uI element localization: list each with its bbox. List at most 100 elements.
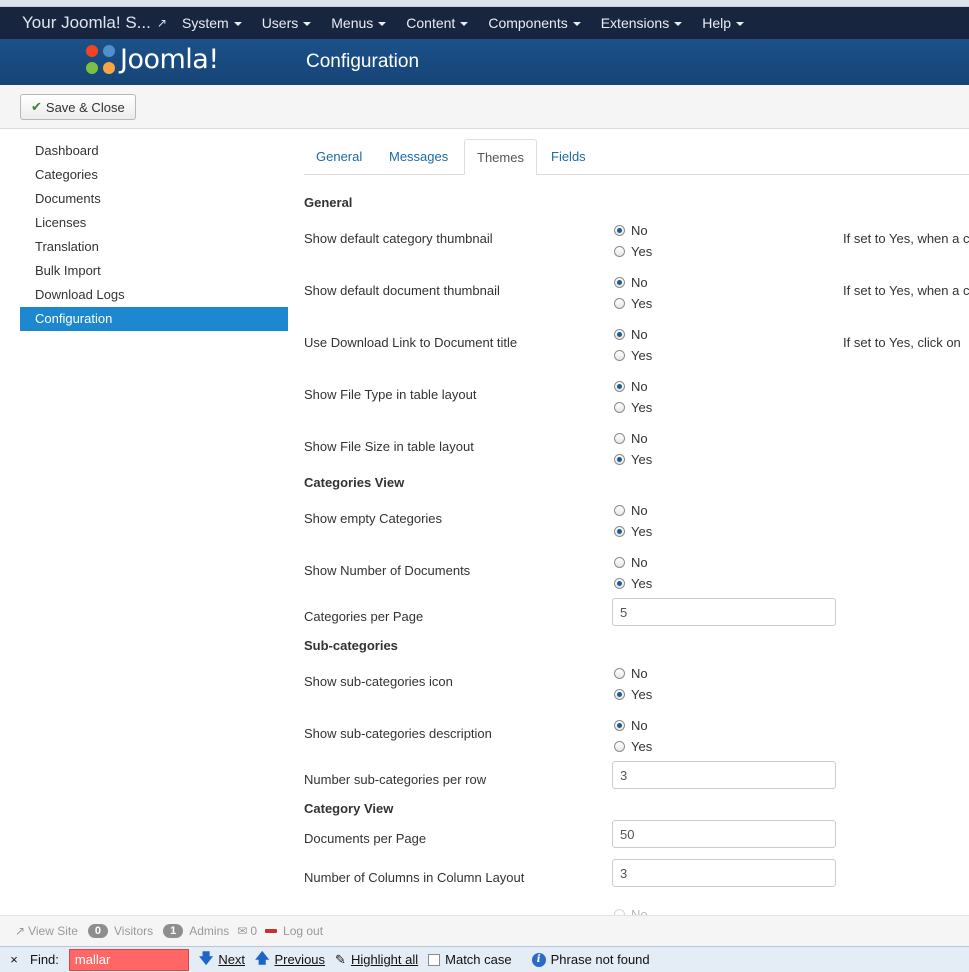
tab-themes[interactable]: Themes: [464, 139, 537, 175]
columns-in-layout-input[interactable]: [612, 859, 836, 887]
radio-icon: [614, 402, 625, 413]
logo-text: Joomla!: [120, 44, 219, 75]
label-use-download-link: Use Download Link to Document title: [304, 335, 518, 350]
option-label: Yes: [631, 348, 653, 363]
radio-icon: [614, 350, 625, 361]
find-status: i Phrase not found: [531, 952, 650, 967]
option-label: No: [631, 718, 648, 733]
radio-document-thumbnail-yes[interactable]: Yes: [614, 296, 652, 311]
close-find-bar-button[interactable]: ×: [0, 952, 28, 967]
radio-subcategories-icon-no[interactable]: No: [614, 666, 648, 681]
radio-checked-icon: [614, 329, 625, 340]
option-label: No: [631, 555, 648, 570]
match-case-label: Match case: [445, 952, 512, 967]
radio-subcategories-description-yes[interactable]: Yes: [614, 739, 652, 754]
radio-number-documents-no[interactable]: No: [614, 555, 648, 570]
section-categories-view: Categories View: [304, 475, 405, 490]
save-close-button[interactable]: ✔ Save & Close: [20, 94, 136, 120]
sidebar-item-download-logs[interactable]: Download Logs: [20, 283, 288, 307]
tab-messages[interactable]: Messages: [377, 139, 460, 175]
radio-checked-icon: [614, 689, 625, 700]
tab-fields[interactable]: Fields: [539, 139, 598, 175]
radio-category-thumbnail-no[interactable]: No: [614, 223, 648, 238]
menu-label: Help: [702, 15, 731, 31]
find-next-button[interactable]: 🡇 Next: [199, 948, 245, 972]
minus-icon: [265, 929, 278, 933]
page-title: Configuration: [306, 51, 420, 72]
view-site-link[interactable]: ↗ View Site: [15, 924, 78, 938]
envelope-icon: ✉: [237, 924, 248, 938]
subcategories-per-row-input[interactable]: [612, 761, 836, 789]
option-label: No: [631, 275, 648, 290]
option-label: Yes: [631, 400, 653, 415]
menu-users[interactable]: Users: [252, 15, 322, 31]
radio-file-size-yes[interactable]: Yes: [614, 452, 652, 467]
radio-checked-icon: [614, 277, 625, 288]
menu-system[interactable]: System: [172, 15, 252, 31]
sidebar-item-bulk-import[interactable]: Bulk Import: [20, 259, 288, 283]
find-input[interactable]: [68, 948, 189, 971]
menu-menus[interactable]: Menus: [321, 15, 396, 31]
option-label: Yes: [631, 687, 653, 702]
radio-checked-icon: [614, 381, 625, 392]
menu-components[interactable]: Components: [478, 15, 590, 31]
option-label: Yes: [631, 244, 653, 259]
find-label: Find:: [30, 952, 59, 967]
tab-general[interactable]: General: [304, 139, 374, 175]
match-case-checkbox[interactable]: Match case: [428, 952, 512, 967]
radio-checked-icon: [614, 720, 625, 731]
label-documents-per-page: Documents per Page: [304, 831, 427, 846]
external-link-icon: ↗: [15, 924, 26, 938]
find-previous-button[interactable]: 🡅 Previous: [255, 948, 325, 972]
option-label: Yes: [631, 739, 653, 754]
radio-download-link-no[interactable]: No: [614, 327, 648, 342]
radio-empty-categories-yes[interactable]: Yes: [614, 524, 652, 539]
menu-help[interactable]: Help: [692, 15, 754, 31]
radio-document-thumbnail-no[interactable]: No: [614, 275, 648, 290]
browser-find-bar: × Find: 🡇 Next 🡅 Previous ✎ Highlight all M…: [0, 946, 969, 972]
logout-link[interactable]: Log out: [265, 924, 323, 938]
label-columns-in-layout: Number of Columns in Column Layout: [304, 870, 525, 885]
radio-category-thumbnail-yes[interactable]: Yes: [614, 244, 652, 259]
option-label: No: [631, 431, 648, 446]
radio-empty-categories-no[interactable]: No: [614, 503, 648, 518]
radio-subcategories-description-no[interactable]: No: [614, 718, 648, 733]
caret-down-icon: [233, 22, 242, 26]
radio-icon: [614, 557, 625, 568]
site-title-link[interactable]: Your Joomla! S... ↗: [0, 13, 172, 33]
radio-download-link-yes[interactable]: Yes: [614, 348, 652, 363]
logout-label: Log out: [283, 924, 324, 938]
sidebar-item-categories[interactable]: Categories: [20, 163, 288, 187]
caret-down-icon: [303, 22, 312, 26]
sidebar-item-configuration[interactable]: Configuration: [20, 307, 288, 331]
highlight-all-label: Highlight all: [350, 952, 419, 967]
sidebar-item-dashboard[interactable]: Dashboard: [20, 139, 288, 163]
sidebar-nav: Dashboard Categories Documents Licenses …: [20, 139, 288, 331]
config-tabs: General Messages Themes Fields: [304, 139, 969, 175]
radio-subcategories-icon-yes[interactable]: Yes: [614, 687, 652, 702]
section-sub-categories: Sub-categories: [304, 638, 398, 653]
messages-count: 0: [250, 924, 258, 938]
highlight-all-button[interactable]: ✎ Highlight all: [335, 952, 418, 968]
browser-tab-strip: [0, 0, 969, 7]
sidebar-item-documents[interactable]: Documents: [20, 187, 288, 211]
menu-label: System: [182, 15, 229, 31]
documents-per-page-input[interactable]: [612, 820, 836, 848]
option-label: No: [631, 379, 648, 394]
admins-label: Admins: [189, 924, 230, 938]
section-category-view: Category View: [304, 801, 394, 816]
radio-file-type-yes[interactable]: Yes: [614, 400, 652, 415]
radio-file-size-no[interactable]: No: [614, 431, 648, 446]
menu-content[interactable]: Content: [396, 15, 478, 31]
radio-icon: [614, 246, 625, 257]
caret-down-icon: [572, 22, 581, 26]
categories-per-page-input[interactable]: [612, 598, 836, 626]
menu-label: Extensions: [600, 15, 670, 31]
sidebar-item-translation[interactable]: Translation: [20, 235, 288, 259]
radio-number-documents-yes[interactable]: Yes: [614, 576, 652, 591]
sidebar-item-licenses[interactable]: Licenses: [20, 211, 288, 235]
menu-extensions[interactable]: Extensions: [591, 15, 692, 31]
messages-link[interactable]: ✉ 0: [237, 924, 257, 938]
radio-file-type-no[interactable]: No: [614, 379, 648, 394]
caret-down-icon: [736, 22, 744, 26]
